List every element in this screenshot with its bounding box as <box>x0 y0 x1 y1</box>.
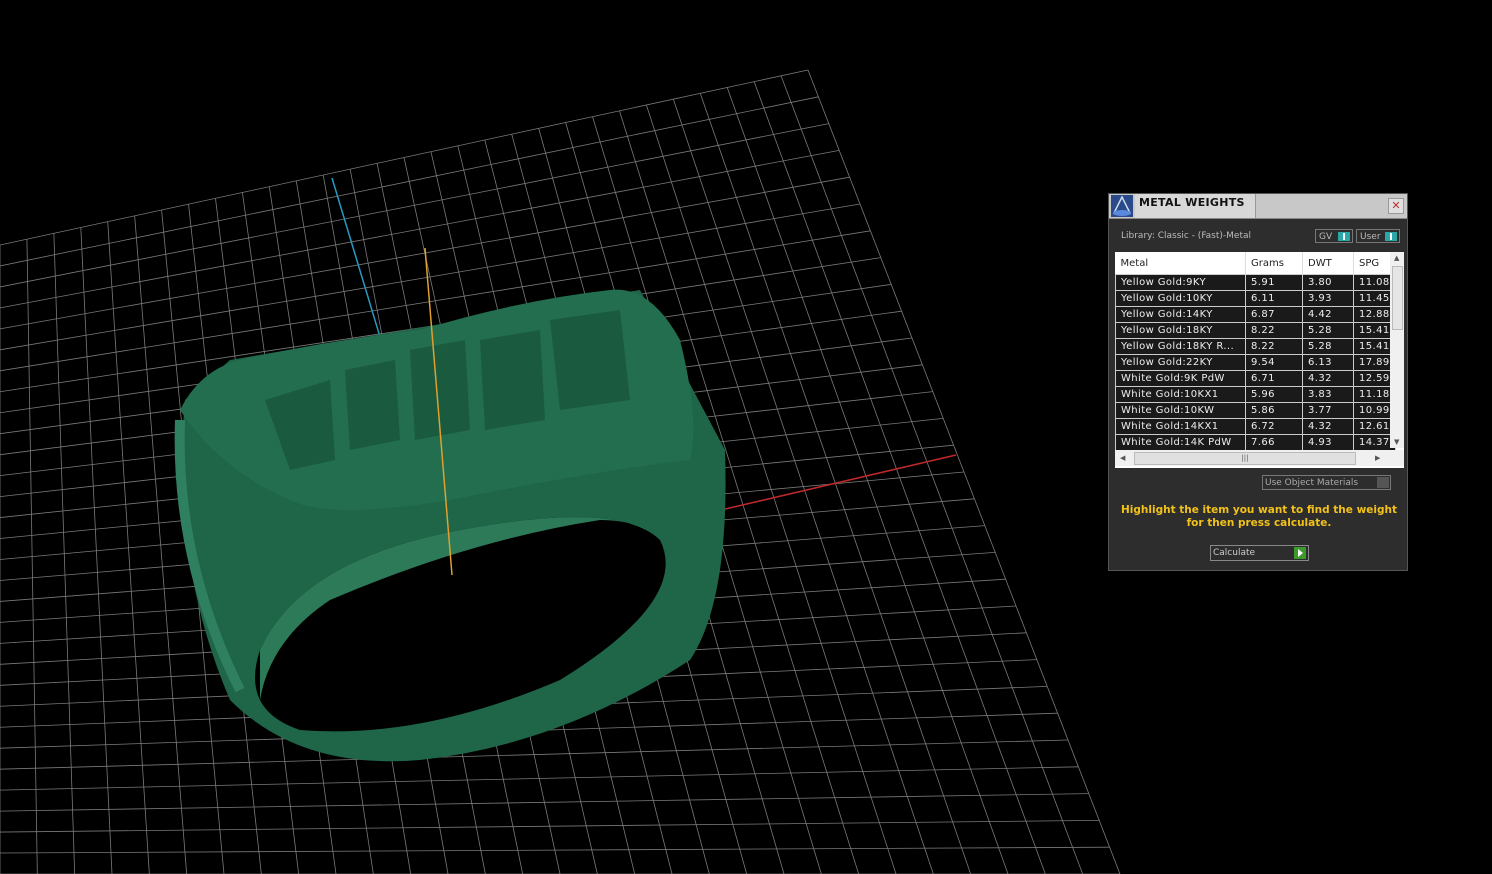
calculate-button[interactable]: Calculate <box>1210 545 1309 561</box>
grid-line <box>807 69 1121 874</box>
grid-line <box>0 766 1079 791</box>
table-cell: Yellow Gold:18KY R... <box>1115 338 1246 355</box>
table-cell: 4.32 <box>1302 418 1354 435</box>
table-cell: Yellow Gold:14KY <box>1115 306 1246 323</box>
play-icon <box>1294 547 1306 559</box>
table-cell: 12.61 <box>1353 418 1396 435</box>
radio-icon <box>1377 477 1389 488</box>
app-logo-icon <box>1111 195 1133 217</box>
table-row[interactable]: Yellow Gold:14KY 6.87 4.42 12.88 <box>1115 306 1396 323</box>
table-cell: 12.59 <box>1353 370 1396 387</box>
table-cell: 8.22 <box>1245 338 1303 355</box>
scroll-left-icon[interactable]: ◀ <box>1120 454 1125 462</box>
ring-model <box>174 289 726 762</box>
grid-line <box>0 739 1069 770</box>
table-cell: 8.22 <box>1245 322 1303 339</box>
table-cell: 11.45 <box>1353 290 1396 307</box>
hint-text: Highlight the item you want to find the … <box>1121 504 1397 529</box>
table-cell: 7.66 <box>1245 434 1303 451</box>
table-cell: 6.13 <box>1302 354 1354 371</box>
table-cell: White Gold:14KX1 <box>1115 418 1246 435</box>
table-cell: 5.28 <box>1302 322 1354 339</box>
grid-line <box>0 793 1089 812</box>
user-label: User <box>1360 232 1381 242</box>
metal-table[interactable]: Metal Grams DWT SPG Yellow Gold:9KY 5.91 3.80… <box>1115 252 1404 468</box>
grid-line <box>780 75 1084 874</box>
table-row[interactable]: Yellow Gold:10KY 6.11 3.93 11.45 <box>1115 290 1396 307</box>
table-cell: White Gold:10KW <box>1115 402 1246 419</box>
horizontal-scrollbar[interactable]: ◀ ||| ▶ <box>1115 450 1404 466</box>
table-cell: 11.18 <box>1353 386 1396 403</box>
toggle-switch-icon <box>1338 232 1350 241</box>
gv-toggle[interactable]: GV <box>1315 229 1353 243</box>
table-cell: 6.87 <box>1245 306 1303 323</box>
scroll-down-icon[interactable]: ▼ <box>1394 438 1399 446</box>
scroll-thumb[interactable]: ||| <box>1134 452 1356 465</box>
table-row[interactable]: White Gold:14KX1 6.72 4.32 12.61 <box>1115 418 1396 435</box>
table-header: Metal Grams DWT SPG <box>1115 252 1396 275</box>
table-cell: White Gold:10KX1 <box>1115 386 1246 403</box>
table-cell: Yellow Gold:9KY <box>1115 274 1246 291</box>
use-object-materials-toggle[interactable]: Use Object Materials <box>1262 475 1391 490</box>
table-cell: 3.77 <box>1302 402 1354 419</box>
grid-line <box>0 820 1100 833</box>
table-row[interactable]: Yellow Gold:9KY 5.91 3.80 11.08 <box>1115 274 1396 291</box>
table-cell: 14.37 <box>1353 434 1396 451</box>
table-cell: 5.91 <box>1245 274 1303 291</box>
scroll-right-icon[interactable]: ▶ <box>1375 454 1380 462</box>
calculate-label: Calculate <box>1213 548 1256 558</box>
table-cell: 6.72 <box>1245 418 1303 435</box>
column-header[interactable]: SPG <box>1353 252 1396 275</box>
scroll-up-icon[interactable]: ▲ <box>1394 254 1399 262</box>
column-header[interactable]: Grams <box>1245 252 1303 275</box>
close-button[interactable]: ✕ <box>1388 198 1404 214</box>
library-label: Library: Classic - (Fast)-Metal <box>1121 231 1252 241</box>
scroll-thumb[interactable] <box>1392 266 1403 330</box>
gv-label: GV <box>1319 232 1333 242</box>
table-row[interactable]: White Gold:10KW 5.86 3.77 10.99 <box>1115 402 1396 419</box>
table-row[interactable]: Yellow Gold:22KY 9.54 6.13 17.89 <box>1115 354 1396 371</box>
toggle-switch-icon <box>1385 232 1397 241</box>
table-cell: 5.86 <box>1245 402 1303 419</box>
table-cell: White Gold:9K PdW <box>1115 370 1246 387</box>
table-row[interactable]: Yellow Gold:18KY 8.22 5.28 15.41 <box>1115 322 1396 339</box>
table-row[interactable]: Yellow Gold:18KY R... 8.22 5.28 15.41 <box>1115 338 1396 355</box>
table-cell: 3.83 <box>1302 386 1354 403</box>
table-cell: 17.89 <box>1353 354 1396 371</box>
grid-line <box>0 846 1110 854</box>
table-cell: 15.41 <box>1353 322 1396 339</box>
table-cell: 12.88 <box>1353 306 1396 323</box>
table-cell: 4.32 <box>1302 370 1354 387</box>
table-cell: Yellow Gold:18KY <box>1115 322 1246 339</box>
table-cell: 6.11 <box>1245 290 1303 307</box>
table-cell: Yellow Gold:10KY <box>1115 290 1246 307</box>
column-header[interactable]: DWT <box>1302 252 1354 275</box>
table-row[interactable]: White Gold:9K PdW 6.71 4.32 12.59 <box>1115 370 1396 387</box>
panel-titlebar[interactable]: METAL WEIGHTS ✕ <box>1109 194 1407 219</box>
table-cell: 15.41 <box>1353 338 1396 355</box>
table-row[interactable]: White Gold:10KX1 5.96 3.83 11.18 <box>1115 386 1396 403</box>
user-toggle[interactable]: User <box>1356 229 1400 243</box>
table-cell: 3.93 <box>1302 290 1354 307</box>
table-cell: 6.71 <box>1245 370 1303 387</box>
table-cell: 5.28 <box>1302 338 1354 355</box>
table-cell: 9.54 <box>1245 354 1303 371</box>
vertical-scrollbar[interactable]: ▲ ▼ <box>1390 252 1404 448</box>
metal-weights-panel: METAL WEIGHTS ✕ Library: Classic - (Fast… <box>1108 193 1408 571</box>
table-cell: 11.08 <box>1353 274 1396 291</box>
panel-title: METAL WEIGHTS <box>1139 196 1245 209</box>
grid-line <box>726 87 1009 874</box>
table-cell: 3.80 <box>1302 274 1354 291</box>
column-header[interactable]: Metal <box>1115 252 1246 275</box>
table-cell: White Gold:14K PdW <box>1115 434 1246 451</box>
table-cell: 10.99 <box>1353 402 1396 419</box>
table-cell: Yellow Gold:22KY <box>1115 354 1246 371</box>
table-row[interactable]: White Gold:14K PdW 7.66 4.93 14.37 <box>1115 434 1396 451</box>
grid-line <box>753 81 1046 874</box>
table-cell: 4.42 <box>1302 306 1354 323</box>
use-object-materials-label: Use Object Materials <box>1265 478 1359 488</box>
table-cell: 4.93 <box>1302 434 1354 451</box>
table-cell: 5.96 <box>1245 386 1303 403</box>
